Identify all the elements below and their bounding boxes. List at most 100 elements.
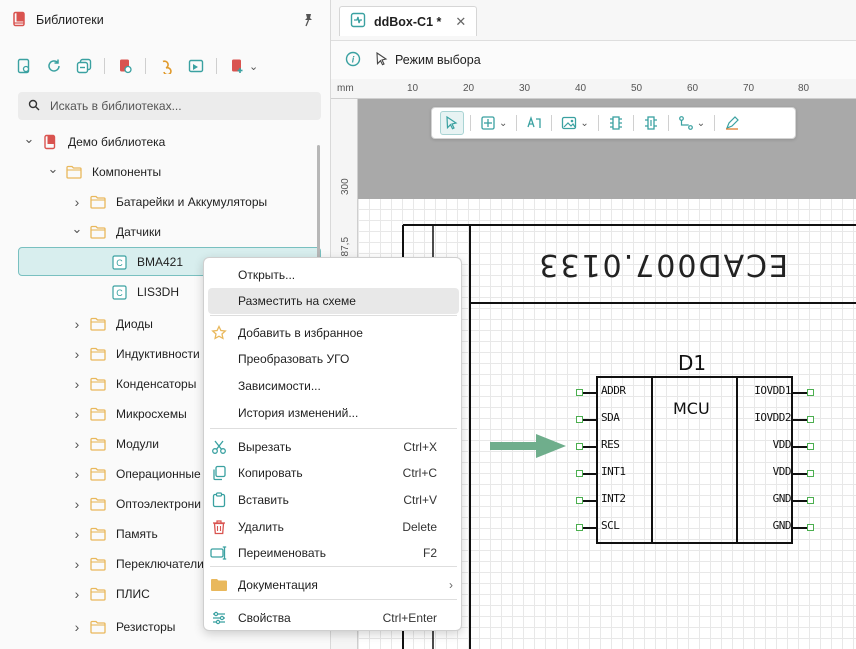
toolbar-divider	[714, 115, 716, 131]
pin-label: GND	[772, 519, 792, 532]
info-icon[interactable]: i	[345, 51, 361, 70]
tree-item-folder[interactable]: › Батарейки и Аккумуляторы	[70, 191, 268, 213]
chevron-right-icon[interactable]: ›	[70, 526, 84, 542]
draw-tool-icon[interactable]	[721, 111, 743, 135]
pin-terminal[interactable]	[807, 524, 814, 531]
library-settings-icon[interactable]	[115, 56, 135, 76]
import-icon[interactable]	[186, 56, 206, 76]
chevron-right-icon[interactable]: ›	[70, 346, 84, 362]
tree-item-folder[interactable]: › Переключатели	[70, 553, 204, 575]
folder-icon	[90, 195, 106, 209]
tree-item-folder[interactable]: › Индуктивности	[70, 343, 200, 365]
pin-terminal[interactable]	[807, 443, 814, 450]
chevron-right-icon[interactable]: ›	[70, 586, 84, 602]
menu-item-dependencies[interactable]: Зависимости...	[204, 373, 463, 399]
text-tool-icon[interactable]	[523, 111, 545, 135]
chevron-down-icon[interactable]: ⌄	[580, 118, 588, 129]
library-search-box[interactable]	[18, 92, 321, 120]
component-divider-left	[651, 376, 653, 544]
tree-item-folder[interactable]: › Резисторы	[70, 616, 176, 638]
add-library-icon[interactable]	[227, 56, 247, 76]
menu-item-documentation[interactable]: Документация ›	[204, 572, 463, 598]
pin-line	[582, 527, 598, 529]
tree-item-library[interactable]: ⌄ Демо библиотека	[22, 131, 165, 153]
tree-item-folder[interactable]: › Модули	[70, 433, 159, 455]
tree-item-folder[interactable]: › Микросхемы	[70, 403, 187, 425]
select-tool-icon[interactable]	[440, 111, 464, 135]
menu-item-label: Вырезать	[238, 440, 292, 454]
pin-terminal[interactable]	[576, 524, 583, 531]
chevron-down-icon[interactable]: ⌄	[70, 221, 84, 237]
place-component-icon[interactable]	[605, 111, 627, 135]
tree-item-folder[interactable]: › Операционные	[70, 463, 201, 485]
tree-item-component[interactable]: C LIS3DH	[92, 281, 179, 303]
tree-item-folder[interactable]: › Оптоэлектрони	[70, 493, 201, 515]
tree-item-folder[interactable]: › Память	[70, 523, 158, 545]
chevron-right-icon[interactable]: ›	[70, 376, 84, 392]
pin-terminal[interactable]	[807, 470, 814, 477]
search-input[interactable]	[50, 99, 300, 113]
menu-item-delete[interactable]: Удалить Delete	[204, 514, 463, 540]
chevron-right-icon[interactable]: ›	[70, 436, 84, 452]
collapse-all-icon[interactable]	[74, 56, 94, 76]
library-books-icon	[12, 11, 28, 30]
chevron-right-icon[interactable]: ›	[70, 194, 84, 210]
menu-item-add-to-favorites[interactable]: Добавить в избранное	[204, 320, 463, 346]
tree-item-folder[interactable]: › Диоды	[70, 313, 153, 335]
pin-label: IOVDD1	[754, 384, 791, 397]
tree-item-folder[interactable]: ⌄ Датчики	[70, 221, 161, 243]
pin-label: SDA	[601, 411, 620, 424]
chevron-right-icon[interactable]: ›	[70, 406, 84, 422]
menu-item-place-on-schematic[interactable]: Разместить на схеме	[208, 288, 459, 314]
chevron-right-icon[interactable]: ›	[70, 316, 84, 332]
pin-terminal[interactable]	[576, 443, 583, 450]
refresh-icon[interactable]	[44, 56, 64, 76]
grid-tool-icon[interactable]: ⌄	[477, 111, 510, 135]
pin-terminal[interactable]	[807, 416, 814, 423]
pin-terminal[interactable]	[576, 389, 583, 396]
menu-item-cut[interactable]: Вырезать Ctrl+X	[204, 434, 463, 460]
chevron-down-icon[interactable]: ⌄	[499, 118, 507, 129]
chevron-down-icon[interactable]: ⌄	[249, 60, 258, 73]
tab-ddbox-c1[interactable]: ddBox-C1 * ✕	[339, 6, 478, 36]
menu-item-rename[interactable]: Переименовать F2	[204, 540, 463, 566]
tree-item-component[interactable]: C BMA421	[92, 251, 183, 273]
menu-item-properties[interactable]: Свойства Ctrl+Enter	[204, 605, 463, 631]
menu-item-history[interactable]: История изменений...	[204, 400, 463, 426]
ruler-tick-label: 70	[743, 83, 755, 94]
svg-text:i: i	[352, 54, 355, 64]
pin-terminal[interactable]	[576, 497, 583, 504]
wire-tool-icon[interactable]: ⌄	[675, 111, 708, 135]
tree-item-label: Модули	[116, 437, 159, 451]
menu-item-open[interactable]: Открыть...	[204, 262, 463, 288]
menu-item-convert-symbol[interactable]: Преобразовать УГО	[204, 346, 463, 372]
pin-icon[interactable]	[300, 12, 316, 28]
tree-item-folder[interactable]: ⌄ Компоненты	[46, 161, 162, 183]
chevron-down-icon[interactable]: ⌄	[22, 131, 36, 147]
ruler-tick-label: 80	[798, 83, 810, 94]
chevron-down-icon[interactable]: ⌄	[46, 161, 60, 177]
pin-terminal[interactable]	[576, 470, 583, 477]
menu-item-copy[interactable]: Копировать Ctrl+C	[204, 460, 463, 486]
chevron-right-icon[interactable]: ›	[70, 556, 84, 572]
sync-icon[interactable]	[156, 56, 176, 76]
menu-item-paste[interactable]: Вставить Ctrl+V	[204, 487, 463, 513]
tree-item-folder[interactable]: › Конденсаторы	[70, 373, 197, 395]
chevron-down-icon[interactable]: ⌄	[697, 118, 705, 129]
tree-scrollbar[interactable]	[317, 145, 320, 275]
pin-terminal[interactable]	[807, 389, 814, 396]
place-pin-icon[interactable]	[640, 111, 662, 135]
chevron-right-icon[interactable]: ›	[70, 466, 84, 482]
pin-terminal[interactable]	[576, 416, 583, 423]
pin-terminal[interactable]	[807, 497, 814, 504]
component-ref[interactable]: D1	[678, 351, 706, 375]
image-tool-icon[interactable]: ⌄	[558, 111, 591, 135]
tab-title: ddBox-C1 *	[374, 14, 442, 29]
close-icon[interactable]: ✕	[455, 14, 466, 30]
preview-library-icon[interactable]	[14, 56, 34, 76]
folder-icon	[90, 620, 106, 634]
tree-item-folder[interactable]: › ПЛИС	[70, 583, 150, 605]
pin-label: IOVDD2	[754, 411, 791, 424]
chevron-right-icon[interactable]: ›	[70, 496, 84, 512]
chevron-right-icon[interactable]: ›	[70, 619, 84, 635]
